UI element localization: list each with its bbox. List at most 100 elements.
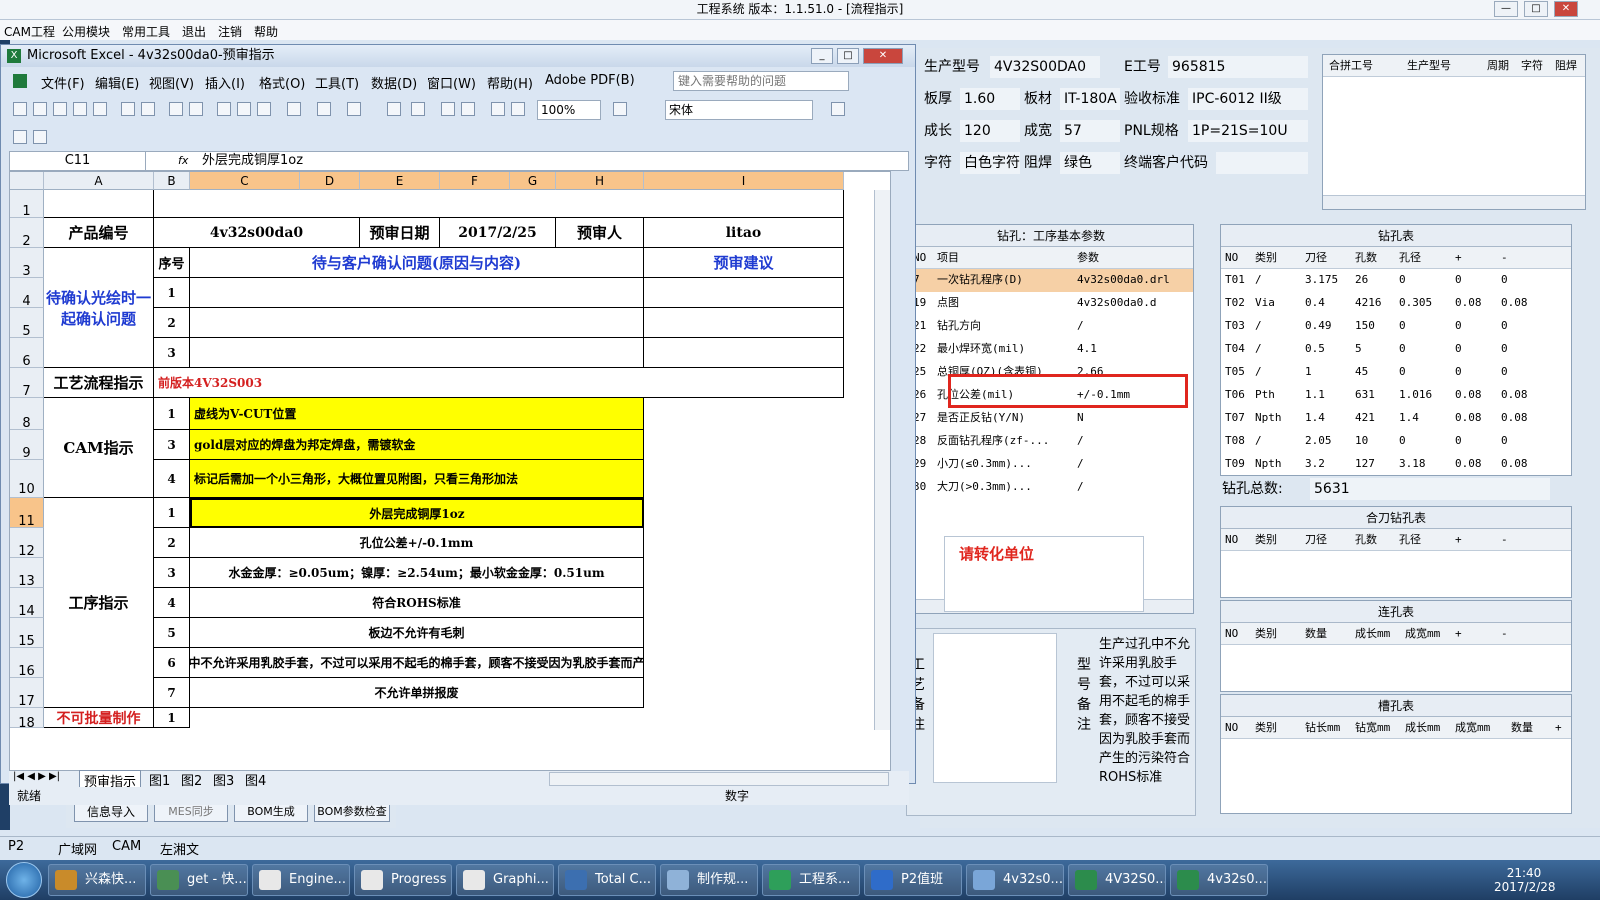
taskbar-item[interactable]: Engine... xyxy=(252,864,350,896)
review-date-value[interactable]: 2017/2/25 xyxy=(440,218,556,248)
drill-row[interactable]: T01 / 3.175 26 0 0 0 xyxy=(1221,269,1571,292)
open-icon[interactable] xyxy=(33,102,47,116)
taskbar-item[interactable]: Progress xyxy=(354,864,452,896)
row-header[interactable]: 3 xyxy=(10,248,44,279)
pdf-icon[interactable] xyxy=(13,130,27,144)
drill-row[interactable]: T08 / 2.05 10 0 0 0 xyxy=(1221,430,1571,453)
standard-field[interactable]: IPC-6012 II级 xyxy=(1188,88,1308,110)
menu-cam-project[interactable]: CAM工程 xyxy=(4,23,55,40)
bom-check-button[interactable]: BOM参数检查 xyxy=(314,802,390,822)
column-header[interactable]: G xyxy=(510,172,556,190)
product-no-value[interactable]: 4v32s00da0 xyxy=(154,218,360,248)
column-header[interactable]: E xyxy=(360,172,440,190)
review-date-label[interactable]: 预审日期 xyxy=(360,218,440,248)
font-select[interactable]: 宋体 xyxy=(665,100,813,120)
preview-icon[interactable] xyxy=(141,102,155,116)
batch-seq[interactable]: 1 xyxy=(154,708,190,728)
menu-exit[interactable]: 退出 xyxy=(182,23,206,40)
row-header[interactable]: 5 xyxy=(10,308,44,339)
menu-help[interactable]: 帮助 xyxy=(254,23,278,40)
customer-code-field[interactable] xyxy=(1216,152,1308,174)
column-header[interactable]: A xyxy=(44,172,154,190)
excel-menu-data[interactable]: 数据(D) xyxy=(371,73,417,92)
copy-icon[interactable] xyxy=(237,102,251,116)
params-row[interactable]: 7 一次钻孔程序(D) 4v32s00da0.drl xyxy=(909,269,1193,292)
drill-row[interactable]: T05 / 1 45 0 0 0 xyxy=(1221,361,1571,384)
cam-seq[interactable]: 3 xyxy=(154,430,190,460)
sort-desc-icon[interactable] xyxy=(461,102,475,116)
row-header[interactable]: 11 xyxy=(10,498,44,529)
process-instruction[interactable]: 孔位公差+/-0.1mm xyxy=(190,528,644,558)
bom-generate-button[interactable]: BOM生成 xyxy=(234,802,308,822)
taskbar-item[interactable]: 4v32s0... xyxy=(966,864,1064,896)
drill-total-field[interactable]: 5631 xyxy=(1310,478,1550,500)
row-header[interactable]: 14 xyxy=(10,588,44,619)
print-icon[interactable] xyxy=(121,102,135,116)
name-box[interactable]: C11 xyxy=(10,152,146,170)
process-instruction[interactable]: 板边不允许有毛刺 xyxy=(190,618,644,648)
excel-minimize-button[interactable]: _ xyxy=(811,48,833,64)
taskbar-item[interactable]: 4v32s0... xyxy=(1170,864,1268,896)
tab-nav-icon[interactable]: |◀ ◀ ▶ ▶| xyxy=(13,771,60,782)
row-header[interactable]: 17 xyxy=(10,678,44,709)
params-row[interactable]: 21 钻孔方向 / xyxy=(909,315,1193,338)
cell-empty[interactable] xyxy=(154,190,844,218)
excel-menu-format[interactable]: 格式(O) xyxy=(259,73,305,92)
menu-common-tools[interactable]: 常用工具 xyxy=(122,23,170,40)
taskbar-item[interactable]: 4V32S0... xyxy=(1068,864,1166,896)
drill-row[interactable]: T09 Npth 3.2 127 3.18 0.08 0.08 xyxy=(1221,453,1571,475)
cam-label[interactable]: CAM指示 xyxy=(44,398,154,498)
undo-icon[interactable] xyxy=(317,102,331,116)
cam-instruction[interactable]: 虚线为V-CUT位置 xyxy=(190,398,644,430)
select-all-corner[interactable] xyxy=(10,172,44,190)
confirm-issue-label[interactable]: 待确认光绘时一起确认问题 xyxy=(44,248,154,368)
e-number-field[interactable]: 965815 xyxy=(1168,56,1308,78)
fill-color-icon[interactable] xyxy=(831,102,845,116)
issue-cell[interactable] xyxy=(190,278,644,308)
excel-menu-adobe[interactable]: Adobe PDF(B) xyxy=(545,73,635,88)
flow-value[interactable]: 前版本4V32S003 xyxy=(154,368,844,398)
flow-label[interactable]: 工艺流程指示 xyxy=(44,368,154,398)
pdf-mail-icon[interactable] xyxy=(33,130,47,144)
column-header[interactable]: D xyxy=(300,172,360,190)
drill-row[interactable]: T02 Via 0.4 4216 0.305 0.08 0.08 xyxy=(1221,292,1571,315)
cut-icon[interactable] xyxy=(217,102,231,116)
taskbar-item[interactable]: Total C... xyxy=(558,864,656,896)
params-row[interactable]: 19 点图 4v32s00da0.d xyxy=(909,292,1193,315)
row-header[interactable]: 7 xyxy=(10,368,44,399)
column-header[interactable]: H xyxy=(556,172,644,190)
process-seq[interactable]: 5 xyxy=(154,618,190,648)
help-icon[interactable] xyxy=(613,102,627,116)
zoom-select[interactable]: 100% xyxy=(537,100,601,120)
advice-cell[interactable] xyxy=(644,338,844,368)
start-button[interactable] xyxy=(6,862,42,898)
params-row[interactable]: 22 最小焊环宽(mil) 4.1 xyxy=(909,338,1193,361)
thickness-field[interactable]: 1.60 xyxy=(960,88,1020,110)
vertical-scrollbar[interactable] xyxy=(874,190,890,730)
process-instruction[interactable]: 生产过孔中不允许采用乳胶手套，不过可以采用不起毛的棉手套，顾客不接受因为乳胶手套… xyxy=(190,648,644,678)
process-instruction[interactable]: 外层完成铜厚1oz xyxy=(190,498,644,528)
row-header[interactable]: 2 xyxy=(10,218,44,249)
format-painter-icon[interactable] xyxy=(287,102,301,116)
process-instruction[interactable]: 不允许单拼报废 xyxy=(190,678,644,708)
mes-sync-button[interactable]: MES同步 xyxy=(154,802,228,822)
cam-instruction[interactable]: 标记后需加一个小三角形，大概位置见附图，只看三角形加法 xyxy=(190,460,644,498)
row-header[interactable]: 8 xyxy=(10,398,44,431)
redo-icon[interactable] xyxy=(347,102,361,116)
excel-menu-tools[interactable]: 工具(T) xyxy=(315,73,359,92)
tab-user[interactable]: 左湘文 xyxy=(160,839,199,858)
pnl-field[interactable]: 1P=21S=10U xyxy=(1188,120,1308,142)
width-field[interactable]: 57 xyxy=(1060,120,1120,142)
menu-public-module[interactable]: 公用模块 xyxy=(62,23,110,40)
row-header[interactable]: 6 xyxy=(10,338,44,369)
row-header[interactable]: 18 xyxy=(10,708,44,731)
params-row[interactable]: 27 是否正反钻(Y/N) N xyxy=(909,407,1193,430)
drill-row[interactable]: T04 / 0.5 5 0 0 0 xyxy=(1221,338,1571,361)
row-header[interactable]: 16 xyxy=(10,648,44,679)
minimize-button[interactable]: — xyxy=(1494,1,1518,17)
column-header[interactable]: C xyxy=(190,172,300,190)
taskbar-item[interactable]: P2值班 xyxy=(864,864,962,896)
row-header[interactable]: 9 xyxy=(10,430,44,461)
seq-cell[interactable]: 3 xyxy=(154,338,190,368)
params-row[interactable]: 29 小刀(≤0.3mm)... / xyxy=(909,453,1193,476)
